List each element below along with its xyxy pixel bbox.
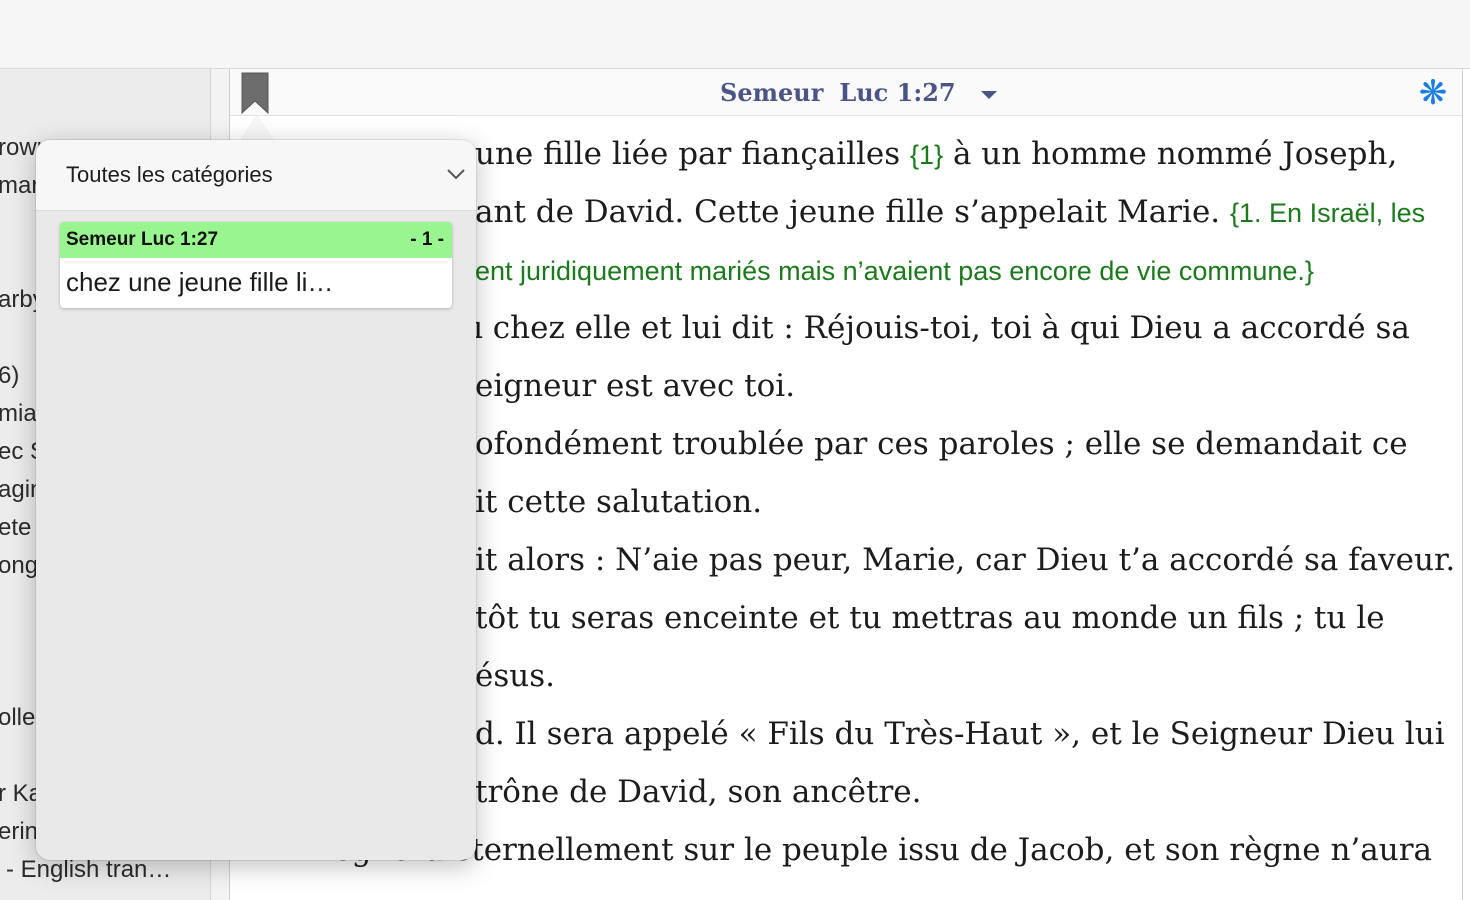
reference-label: Luc 1:27: [839, 78, 956, 107]
footnote-text: {1. En Israël, les: [1230, 198, 1426, 228]
bookmark-card-header: Semeur Luc 1:27 - 1 -: [60, 222, 452, 258]
chevron-down-icon: [447, 169, 465, 180]
sidebar-item[interactable]: 6): [0, 359, 19, 393]
sidebar-item[interactable]: erin: [0, 815, 38, 849]
verse-line: d. Il sera appelé « Fils du Très-Haut »,…: [475, 716, 1445, 752]
category-select[interactable]: Toutes les catégories: [66, 158, 466, 192]
bookmark-title: Semeur Luc 1:27: [66, 229, 219, 250]
bookmarks-popover: Toutes les catégories Semeur Luc 1:27 - …: [36, 140, 476, 860]
bookmark-count: - 1 -: [410, 229, 444, 250]
footnote-marker[interactable]: {1}: [910, 140, 943, 170]
footnote-text: ent juridiquement mariés mais n’avaient …: [475, 256, 1314, 286]
verse-line: tôt tu seras enceinte et tu mettras au m…: [475, 600, 1385, 636]
verse-line: ésus.: [475, 658, 555, 694]
bookmark-card[interactable]: Semeur Luc 1:27 - 1 - chez une jeune fil…: [60, 222, 452, 308]
reference-selector[interactable]: Semeur Luc 1:27: [720, 77, 998, 109]
sidebar-item[interactable]: ete: [0, 511, 31, 545]
category-label: Toutes les catégories: [66, 162, 273, 187]
verse-line: it alors : N’aie pas peur, Marie, car Di…: [475, 542, 1456, 578]
sidebar-item[interactable]: mia: [0, 397, 37, 431]
bookmark-excerpt: chez une jeune fille li…: [66, 267, 334, 297]
popover-arrow: [241, 116, 273, 140]
verse-line: trône de David, son ancêtre.: [475, 774, 922, 810]
asterisk-icon[interactable]: ❋: [1418, 76, 1448, 110]
sidebar-item[interactable]: mar: [0, 169, 39, 203]
translation-label: Semeur: [720, 78, 824, 107]
sidebar-item[interactable]: ong: [0, 549, 38, 583]
sidebar-item[interactable]: olle: [0, 701, 35, 735]
verse-line: it cette salutation.: [475, 484, 763, 520]
verse-line: ı chez elle et lui dit : Réjouis-toi, to…: [473, 310, 1410, 346]
bookmark-icon[interactable]: [240, 71, 270, 115]
verse-line: ent juridiquement mariés mais n’avaient …: [475, 245, 1314, 295]
verse-line: eigneur est avec toi.: [475, 368, 796, 404]
reader-header: Semeur Luc 1:27 ❋: [230, 69, 1462, 116]
chevron-down-icon: [980, 90, 997, 99]
window-toolbar: [0, 0, 1470, 69]
verse-line: ant de David. Cette jeune fille s’appela…: [475, 194, 1426, 230]
verse-line: une fille liée par fiançailles {1} à un …: [475, 136, 1398, 172]
verse-line: ofondément troublée par ces paroles ; el…: [475, 426, 1408, 462]
popover-header: Toutes les catégories: [36, 140, 476, 211]
